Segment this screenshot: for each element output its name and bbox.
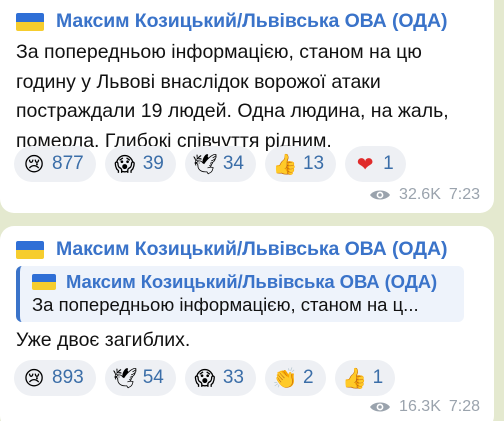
reaction-count: 33 [222,367,244,388]
reaction-crying[interactable]: 😢 893 [14,360,96,396]
thumbs-up-icon: 👍 [272,152,298,176]
message-meta: 16.3K 7:28 [369,398,480,416]
reaction-dove[interactable]: 🕊 34 [184,146,256,182]
reaction-screaming[interactable]: 😱 33 [184,360,256,396]
quote-sender: Максим Козицький/Львівська ОВА (ОДА) [66,271,438,292]
reaction-count: 34 [222,153,244,174]
sender-name[interactable]: Максим Козицький/Львівська ОВА (ОДА) [56,238,447,261]
dove-icon: 🕊 [192,152,218,176]
message-bubble[interactable]: Максим Козицький/Львівська ОВА (ОДА) Мак… [0,226,494,421]
reaction-count: 1 [372,367,384,388]
reaction-crying[interactable]: 😢 877 [14,146,96,182]
view-count: 16.3K [399,398,441,415]
view-count: 32.6K [399,186,441,203]
message-bubble[interactable]: Максим Козицький/Львівська ОВА (ОДА) За … [0,0,494,213]
reaction-clapping[interactable]: 👏 2 [264,360,326,396]
reaction-count: 13 [302,153,325,174]
reaction-count: 2 [302,367,314,388]
eye-icon [370,402,391,412]
eye-icon [370,190,391,200]
reaction-count: 877 [52,153,84,174]
reaction-thumbs-up[interactable]: 👍 1 [334,360,396,396]
heart-icon: ❤ [356,152,374,176]
message-time: 7:28 [448,398,480,415]
reaction-count: 1 [383,153,394,174]
message-header: Максим Козицький/Львівська ОВА (ОДА) [16,10,447,33]
reactions-row: 😢 877 😱 39 🕊 34 👍 13 ❤ 1 [14,146,406,182]
reaction-count: 54 [142,367,164,388]
message-time: 7:23 [448,186,480,203]
reactions-row: 😢 893 🕊 54 😱 33 👏 2 👍 1 [14,360,396,396]
crying-face-icon: 😢 [23,152,45,176]
ukraine-flag-icon [16,12,44,31]
reaction-count: 39 [142,153,164,174]
reaction-thumbs-up[interactable]: 👍 13 [264,146,337,182]
reaction-count: 893 [52,367,84,388]
ukraine-flag-icon [32,274,56,290]
thumbs-up-icon: 👍 [342,366,368,390]
dove-icon: 🕊 [112,366,138,390]
screaming-face-icon: 😱 [114,152,136,176]
clapping-hands-icon: 👏 [272,366,298,390]
reaction-dove[interactable]: 🕊 54 [104,360,176,396]
message-text: Уже двоє загиблих. [16,329,191,351]
reaction-screaming[interactable]: 😱 39 [104,146,176,182]
screaming-face-icon: 😱 [194,366,216,390]
quote-header: Максим Козицький/Львівська ОВА (ОДА) [32,271,437,293]
reply-quote[interactable]: Максим Козицький/Львівська ОВА (ОДА) За … [16,266,464,322]
reaction-heart[interactable]: ❤ 1 [345,146,406,182]
message-header: Максим Козицький/Львівська ОВА (ОДА) [16,238,447,261]
quote-text: За попередньою інформацією, станом на ц.… [32,294,419,315]
message-meta: 32.6K 7:23 [369,186,480,204]
message-text: За попередньою інформацією, станом на цю… [16,41,449,152]
ukraine-flag-icon [16,240,44,259]
crying-face-icon: 😢 [23,366,45,390]
sender-name[interactable]: Максим Козицький/Львівська ОВА (ОДА) [56,10,447,33]
